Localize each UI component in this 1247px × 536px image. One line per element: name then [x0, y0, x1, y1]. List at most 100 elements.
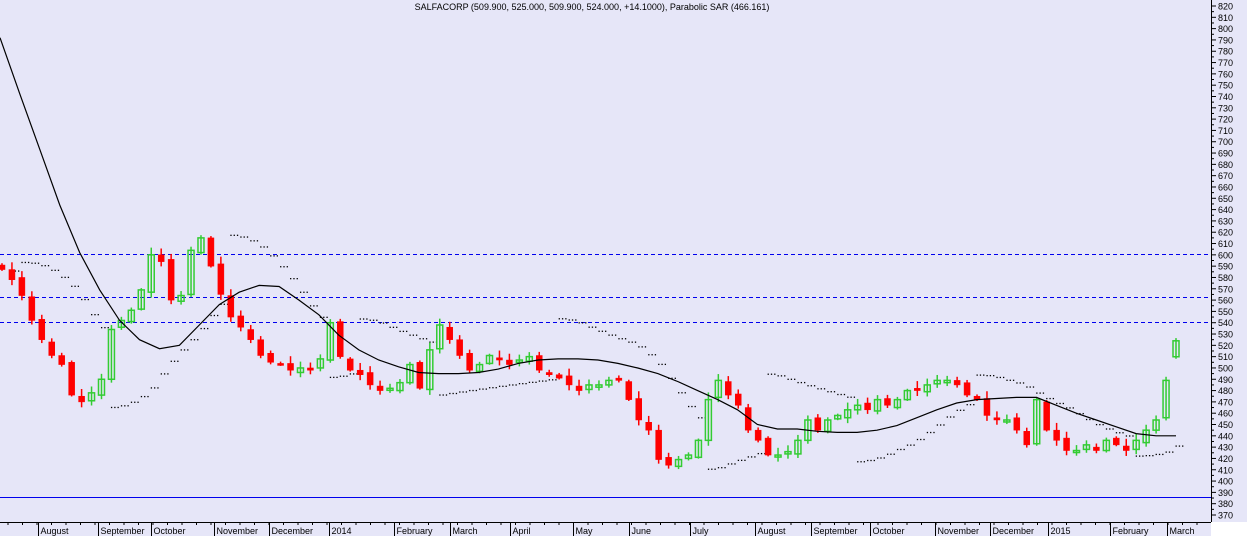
sar-dot: [216, 314, 219, 317]
sar-dot: [114, 406, 116, 409]
candle-down: [456, 339, 463, 356]
candle-down: [446, 326, 453, 340]
candle-down: [356, 369, 364, 375]
y-tick-label: 590: [1218, 262, 1233, 272]
sar-dot: [502, 385, 504, 387]
y-tick-label: 500: [1218, 363, 1233, 373]
sar-dot: [386, 322, 388, 324]
candle-down: [1093, 446, 1100, 451]
sar-dot: [518, 382, 521, 385]
candle-down: [725, 381, 732, 396]
sar-dot: [754, 456, 756, 458]
candle-down: [157, 254, 165, 262]
y-tick-label: 730: [1218, 103, 1233, 113]
sar-dot: [147, 395, 149, 398]
sar-dot: [18, 270, 20, 272]
sar-dot: [711, 468, 713, 470]
sar-dot: [830, 391, 832, 393]
sar-dot: [678, 392, 680, 394]
sar-dot: [1155, 453, 1157, 456]
sar-dot: [313, 305, 315, 307]
sar-dot: [482, 388, 484, 390]
y-tick-label: 420: [1218, 454, 1233, 464]
sar-dot: [1162, 453, 1164, 456]
sar-dot: [187, 349, 189, 351]
sar-dot: [910, 444, 912, 446]
sar-dot: [263, 246, 265, 248]
x-tick-label: December: [272, 526, 314, 536]
sar-dot: [120, 405, 123, 407]
sar-dot: [873, 459, 875, 462]
sar-dot: [571, 319, 574, 321]
x-tick-label: August: [41, 526, 70, 536]
sar-dot: [495, 387, 497, 389]
sar-dot: [1049, 397, 1051, 400]
sar-dot: [601, 330, 604, 332]
sar-dot: [230, 234, 232, 236]
sar-dot: [863, 461, 865, 463]
sar-dot: [1072, 407, 1074, 409]
sar-dot: [54, 269, 56, 271]
sar-dot: [61, 276, 63, 279]
sar-dot: [167, 373, 169, 375]
sar-dot: [246, 236, 249, 238]
y-tick-label: 490: [1218, 375, 1233, 385]
sar-dot: [353, 373, 355, 375]
sar-dot: [250, 240, 252, 242]
sar-dot: [658, 363, 660, 366]
sar-dot: [989, 374, 992, 377]
sar-dot: [27, 261, 30, 264]
sar-dot: [432, 341, 434, 343]
x-tick-label: July: [693, 526, 710, 536]
x-tick-label: April: [513, 526, 531, 536]
sar-dot: [273, 255, 275, 257]
sar-dot: [150, 387, 153, 389]
candle-down: [217, 263, 225, 295]
sar-dot: [697, 417, 700, 419]
sar-dot: [565, 318, 567, 320]
candle-down: [58, 355, 65, 365]
sar-dot: [750, 456, 753, 458]
sar-dot: [270, 255, 272, 257]
y-tick-label: 760: [1218, 69, 1233, 79]
x-tick-label: 2015: [1051, 526, 1071, 536]
sar-dot: [84, 298, 86, 301]
sar-dot: [1059, 402, 1061, 405]
sar-dot: [614, 334, 617, 336]
candle-down: [376, 385, 384, 391]
sar-dot: [1019, 382, 1021, 384]
sar-dot: [392, 326, 395, 328]
sar-dot: [920, 438, 922, 441]
sar-dot: [767, 373, 769, 375]
sar-dot: [684, 392, 686, 394]
sar-dot: [744, 459, 746, 462]
x-tick-label: October: [873, 526, 905, 536]
sar-dot: [1042, 392, 1045, 394]
sar-dot: [492, 387, 494, 389]
candle-down: [734, 393, 742, 406]
sar-dot: [223, 303, 225, 305]
candle-down: [366, 372, 374, 386]
sar-dot: [299, 291, 302, 293]
sar-dot: [429, 341, 431, 343]
candle-down: [346, 358, 354, 371]
sar-dot: [1132, 435, 1134, 437]
sar-dot: [532, 381, 534, 384]
sar-dot: [993, 374, 995, 377]
y-tick-label: 650: [1218, 194, 1233, 204]
candle-down: [0, 264, 6, 270]
sar-dot: [883, 457, 885, 459]
sar-dot: [664, 363, 667, 366]
sar-dot: [137, 401, 139, 403]
sar-dot: [976, 374, 978, 376]
candle-down: [506, 359, 513, 365]
sar-dot: [309, 305, 312, 307]
sar-dot: [1168, 451, 1171, 453]
candle-down: [565, 375, 573, 386]
y-tick-label: 820: [1218, 2, 1233, 12]
x-tick-label: March: [453, 526, 478, 536]
sar-dot: [823, 388, 826, 390]
candle-down: [38, 319, 46, 340]
candle-down: [536, 355, 543, 371]
sar-dot: [558, 318, 560, 320]
